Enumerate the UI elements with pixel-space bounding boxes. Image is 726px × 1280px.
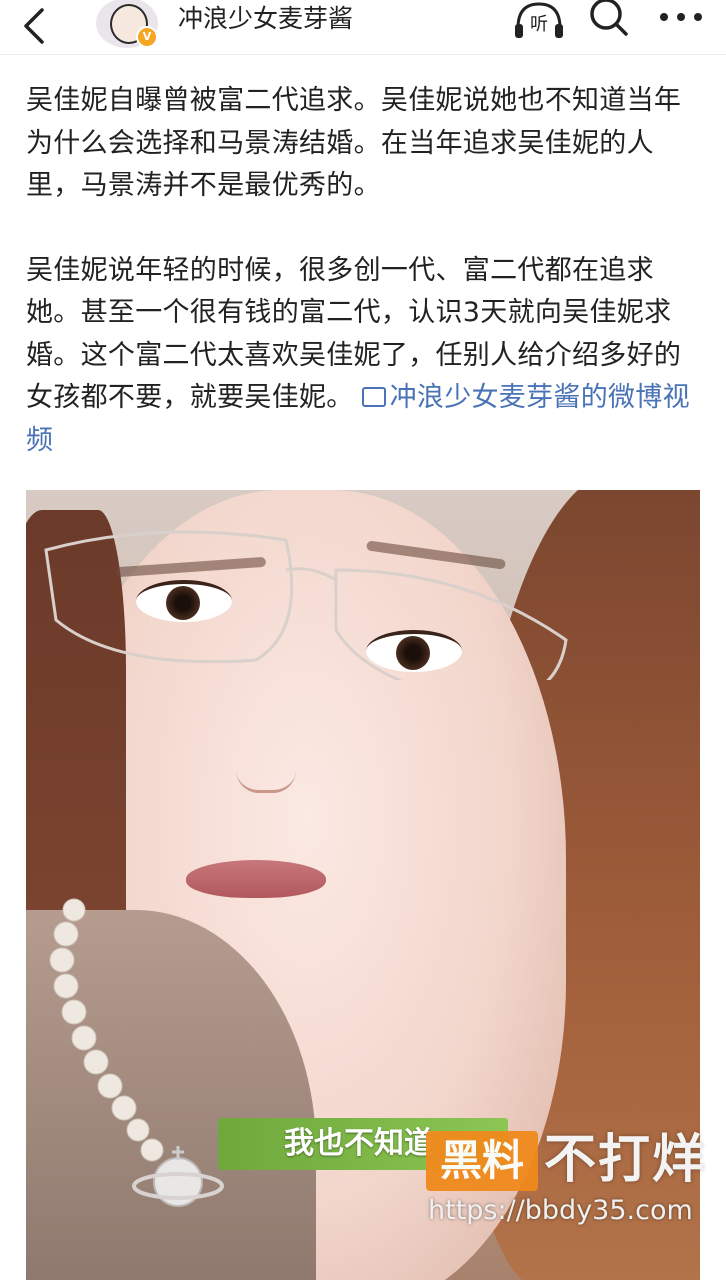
search-icon[interactable]: [586, 0, 632, 40]
orb-pendant: [132, 1146, 224, 1207]
listen-icon[interactable]: 听: [512, 0, 566, 42]
listen-label: 听: [530, 14, 548, 35]
verified-badge-icon: V: [136, 26, 158, 48]
username[interactable]: 冲浪少女麦芽酱: [178, 2, 353, 36]
watermark-text: 不打烊: [544, 1130, 707, 1190]
top-bar: V 冲浪少女麦芽酱 听: [0, 0, 726, 55]
post-paragraph-1: 吴佳妮自曝曾被富二代追求。吴佳妮说她也不知道当年为什么会选择和马景涛结婚。在当年…: [26, 85, 682, 201]
more-icon[interactable]: [656, 2, 706, 32]
watermark-url: https://bbdy35.com: [428, 1195, 693, 1226]
post-paragraph-2: 吴佳妮说年轻的时候，很多创一代、富二代都在追求她。甚至一个很有钱的富二代，认识3…: [26, 250, 706, 463]
avatar[interactable]: V: [96, 0, 158, 48]
back-arrow-icon[interactable]: [14, 6, 54, 46]
post-body: 吴佳妮自曝曾被富二代追求。吴佳妮说她也不知道当年为什么会选择和马景涛结婚。在当年…: [26, 80, 706, 462]
video-camera-icon: [361, 386, 386, 407]
watermark-badge: 黑料: [426, 1131, 538, 1191]
